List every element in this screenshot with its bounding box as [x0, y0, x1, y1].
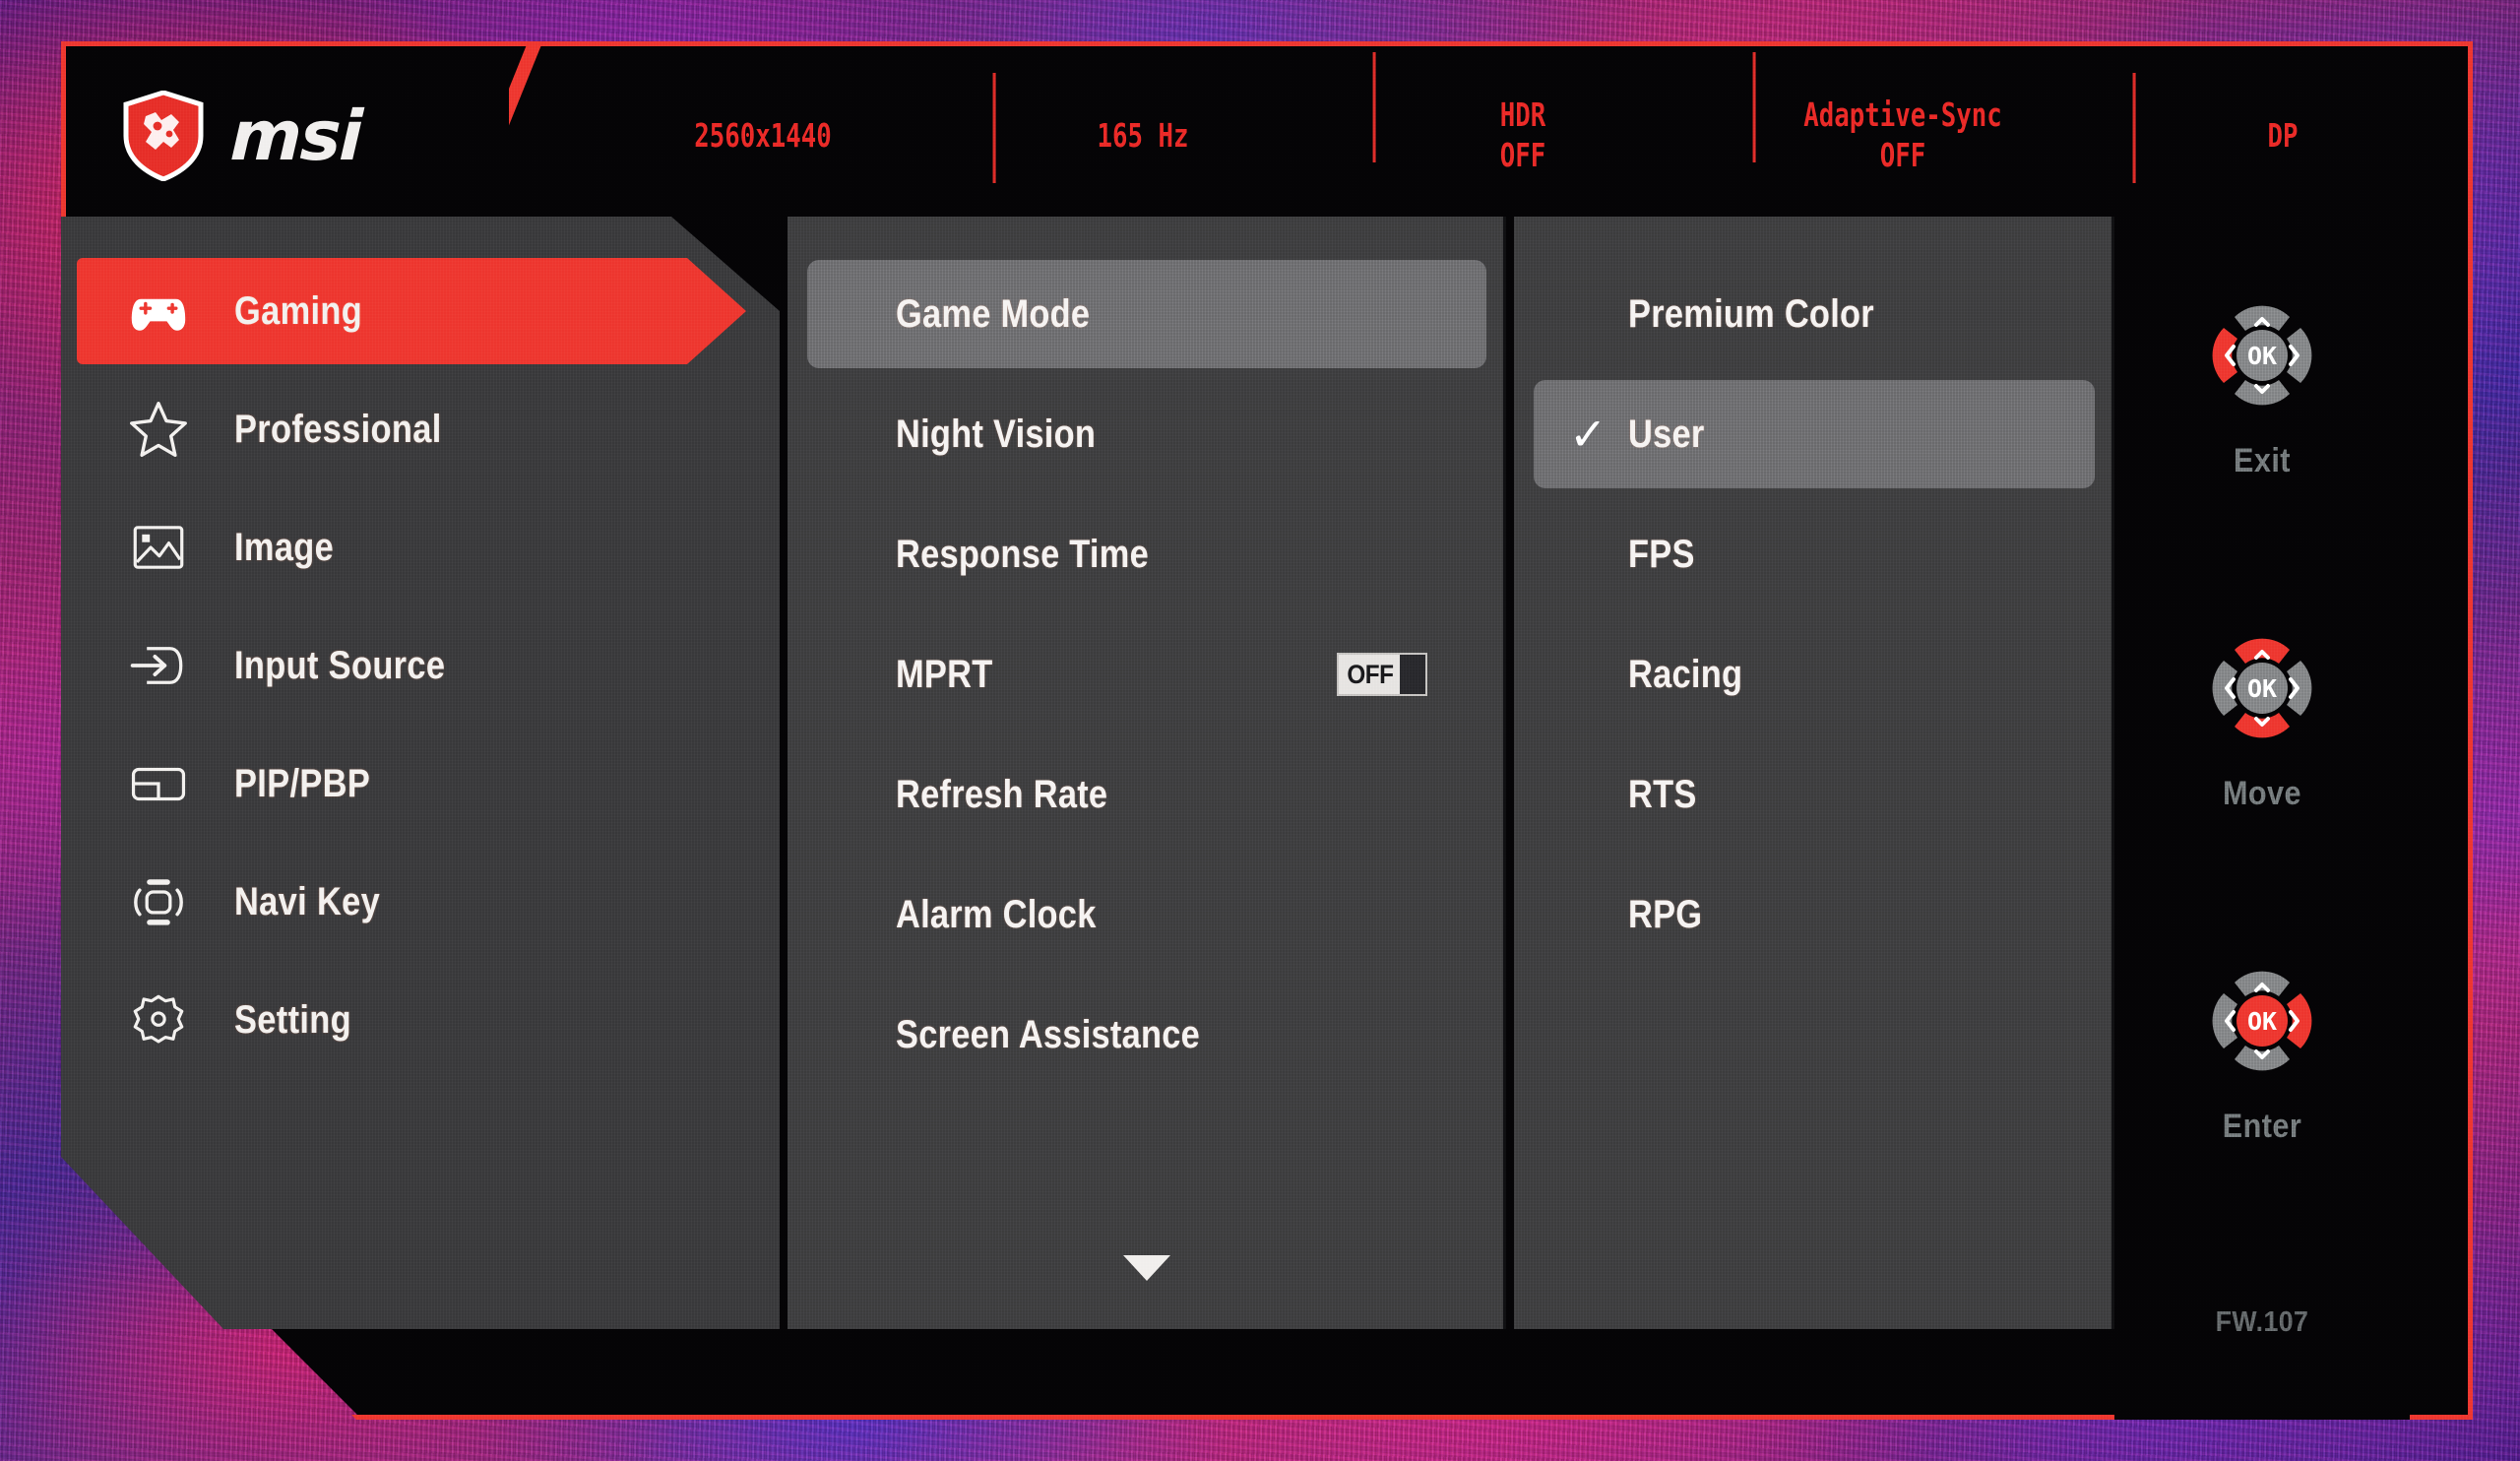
pip-pbp-icon — [126, 751, 191, 816]
gamepad-icon — [126, 279, 191, 344]
sidebar-item-label: PIP/PBP — [234, 761, 371, 805]
status-refresh-rate: 165 Hz — [994, 116, 1291, 157]
sidebar-item-navi-key[interactable]: Navi Key — [77, 849, 746, 955]
sidebar-item-label: Gaming — [234, 288, 363, 333]
svg-text:OK: OK — [2247, 342, 2277, 370]
submenu-item-label: MPRT — [896, 652, 993, 696]
sidebar: Gaming Professional Image Input Source P… — [61, 217, 780, 1329]
status-hdr-label: HDR — [1499, 95, 1546, 135]
nav-hint-label: Move — [2222, 775, 2302, 812]
submenu-item-screen-assistance[interactable]: Screen Assistance — [807, 981, 1486, 1089]
submenu-item-label: Response Time — [896, 532, 1149, 576]
option-item-premium-color[interactable]: Premium Color — [1534, 260, 2095, 368]
submenu-item-label: Screen Assistance — [896, 1012, 1201, 1056]
navi-key-icon — [126, 869, 191, 934]
picture-icon — [126, 515, 191, 580]
sidebar-item-professional[interactable]: Professional — [77, 376, 746, 482]
gear-icon — [126, 987, 191, 1052]
osd-header: msi 2560x1440 165 Hz HDR OFF Adaptive-Sy… — [61, 41, 2473, 230]
option-item-rpg[interactable]: RPG — [1534, 860, 2095, 969]
msi-wordmark: msi — [228, 95, 363, 176]
sidebar-item-label: Setting — [234, 997, 351, 1042]
submenu-item-mprt[interactable]: MPRT OFF — [807, 620, 1486, 729]
submenu-item-alarm-clock[interactable]: Alarm Clock — [807, 860, 1486, 969]
sidebar-item-setting[interactable]: Setting — [77, 967, 746, 1073]
osd-body: Gaming Professional Image Input Source P… — [61, 217, 2473, 1420]
dpad-left-icon: OK — [2212, 305, 2312, 406]
status-bar: 2560x1440 165 Hz HDR OFF Adaptive-Sync O… — [524, 41, 2473, 230]
checkmark-icon: ✓ — [1569, 409, 1607, 460]
status-input-port-value: DP — [2267, 115, 2299, 155]
chevron-down-icon — [1123, 1255, 1170, 1281]
dpad-updown-icon: OK — [2212, 638, 2312, 738]
option-item-label: Premium Color — [1628, 291, 1874, 336]
submenu-item-label: Game Mode — [896, 291, 1091, 336]
sidebar-item-label: Professional — [234, 407, 442, 451]
submenu-item-label: Alarm Clock — [896, 892, 1097, 936]
star-icon — [126, 397, 191, 462]
msi-dragon-shield-icon — [123, 91, 204, 181]
submenu-item-label: Refresh Rate — [896, 772, 1108, 816]
status-adaptive-sync: Adaptive-Sync OFF — [1754, 95, 2050, 176]
status-hdr: HDR OFF — [1374, 95, 1670, 176]
submenu-item-label: Night Vision — [896, 412, 1097, 456]
osd-menu-window: msi 2560x1440 165 Hz HDR OFF Adaptive-Sy… — [61, 41, 2473, 1420]
svg-text:OK: OK — [2247, 1007, 2277, 1036]
svg-text:OK: OK — [2247, 674, 2277, 703]
option-item-label: RPG — [1628, 892, 1703, 936]
status-hdr-value: OFF — [1499, 136, 1546, 174]
sidebar-item-label: Navi Key — [234, 879, 381, 923]
sidebar-item-input-source[interactable]: Input Source — [77, 612, 746, 719]
status-resolution: 2560x1440 — [614, 116, 911, 157]
submenu-item-response-time[interactable]: Response Time — [807, 500, 1486, 608]
firmware-version: FW.107 — [2215, 1306, 2309, 1338]
mprt-toggle[interactable]: OFF — [1337, 653, 1427, 696]
option-item-label: Racing — [1628, 652, 1743, 696]
mprt-toggle-knob — [1400, 655, 1425, 694]
mprt-toggle-value: OFF — [1347, 659, 1394, 689]
option-item-label: RTS — [1628, 772, 1697, 816]
nav-hint-label: Enter — [2222, 1108, 2302, 1145]
nav-hint-exit: OK Exit — [2114, 282, 2410, 480]
submenu-item-night-vision[interactable]: Night Vision — [807, 380, 1486, 488]
submenu-scroll-down-button[interactable] — [788, 1242, 1506, 1288]
navigation-hints-panel: OK Exit OK Move OK Enter FW.107 — [2114, 217, 2410, 1420]
status-resolution-value: 2560x1440 — [694, 115, 832, 155]
input-arrow-icon — [126, 633, 191, 698]
nav-hint-label: Exit — [2234, 442, 2291, 479]
msi-logo: msi — [61, 41, 524, 230]
option-item-label: FPS — [1628, 532, 1695, 576]
option-item-rts[interactable]: RTS — [1534, 740, 2095, 849]
submenu-item-game-mode[interactable]: Game Mode — [807, 260, 1486, 368]
sidebar-item-label: Image — [234, 525, 335, 569]
status-input-port: DP — [2134, 116, 2430, 157]
status-refresh-rate-value: 165 Hz — [1097, 115, 1189, 155]
sidebar-item-label: Input Source — [234, 643, 446, 687]
submenu-column: Game Mode Night Vision Response Time MPR… — [788, 217, 1506, 1329]
option-item-user[interactable]: ✓ User — [1534, 380, 2095, 488]
sidebar-item-pip-pbp[interactable]: PIP/PBP — [77, 730, 746, 837]
sidebar-item-gaming[interactable]: Gaming — [77, 258, 746, 364]
status-adaptive-sync-value: OFF — [1879, 136, 1926, 174]
dpad-ok-icon: OK — [2212, 971, 2312, 1071]
sidebar-item-image[interactable]: Image — [77, 494, 746, 601]
nav-hint-move: OK Move — [2114, 614, 2410, 813]
status-adaptive-sync-label: Adaptive-Sync — [1803, 95, 2002, 135]
option-item-fps[interactable]: FPS — [1534, 500, 2095, 608]
submenu-item-refresh-rate[interactable]: Refresh Rate — [807, 740, 1486, 849]
option-item-label: User — [1628, 412, 1705, 456]
option-item-racing[interactable]: Racing — [1534, 620, 2095, 729]
options-column: Premium Color ✓ User FPS Racing RTS RPG — [1514, 217, 2114, 1329]
nav-hint-enter: OK Enter — [2114, 947, 2410, 1146]
